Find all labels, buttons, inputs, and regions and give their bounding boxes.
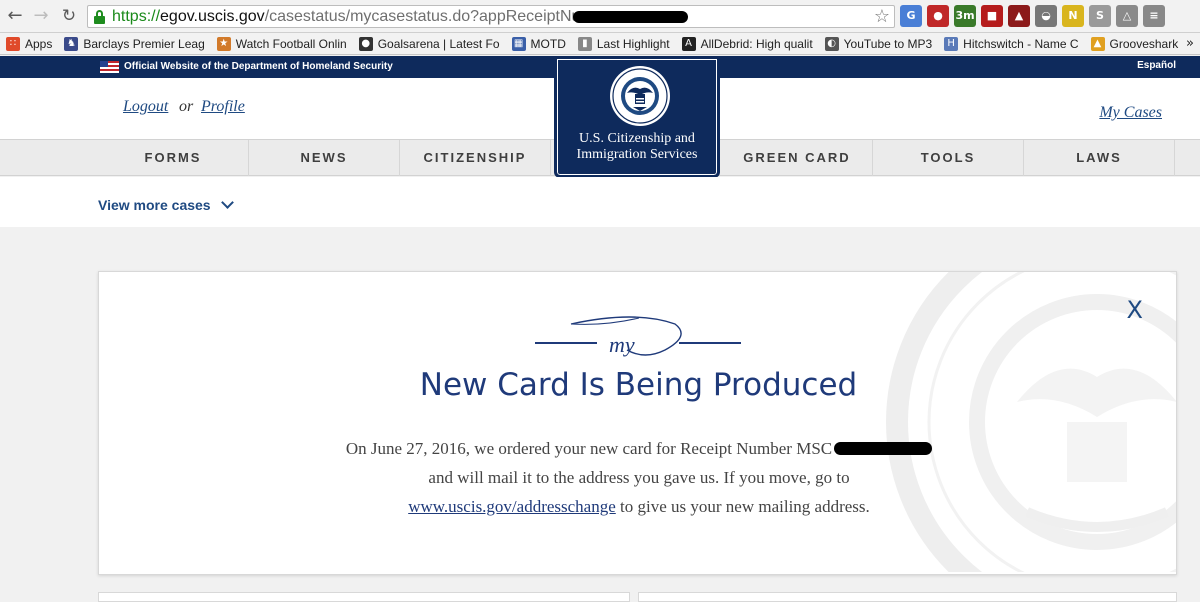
body-text-3: to give us your new mailing address. — [615, 497, 870, 516]
soccer-ball-icon: ● — [358, 36, 373, 51]
bookmark-label: AllDebrid: High qualit — [700, 36, 813, 51]
bookmark-item[interactable]: ∷ Apps — [6, 36, 53, 51]
view-more-cases-label: View more cases — [98, 197, 211, 213]
football-icon: ★ — [216, 36, 231, 51]
bookmark-item[interactable]: ▮ Last Highlight — [577, 36, 670, 51]
url-host: egov.uscis.gov — [160, 8, 265, 25]
logo-text: U.S. Citizenship and Immigration Service… — [557, 131, 717, 163]
nav-green-card[interactable]: GREEN CARD — [722, 140, 873, 176]
reload-icon[interactable]: ↻ — [58, 5, 80, 27]
url-scheme: https:// — [112, 8, 161, 25]
bookmark-label: Barclays Premier Leag — [83, 36, 205, 51]
lock-icon — [94, 10, 105, 24]
logout-link[interactable]: Logout — [123, 98, 168, 116]
view-more-strip: View more cases — [0, 177, 1200, 227]
bookmark-item[interactable]: ▦ MOTD — [511, 36, 566, 51]
drive-icon[interactable]: △ — [1116, 5, 1138, 27]
bookmark-label: Watch Football Onlin — [235, 36, 347, 51]
redaction-mark — [834, 442, 933, 455]
url-text[interactable]: https://egov.uscis.gov/casestatus/mycase… — [112, 8, 603, 26]
lion-icon: ♞ — [64, 36, 79, 51]
nav-forms[interactable]: FORMS — [98, 140, 249, 176]
us-flag-icon — [100, 61, 119, 73]
more-bookmarks-chevron-icon[interactable]: » — [1186, 36, 1194, 51]
bookmark-label: Hitchswitch - Name C — [963, 36, 1079, 51]
n-icon[interactable]: N — [1062, 5, 1084, 27]
case-status-body: On June 27, 2016, we ordered your new ca… — [274, 434, 1004, 521]
bookmark-label: MOTD — [530, 36, 566, 51]
dhs-seal-icon — [610, 66, 670, 126]
bookmark-item[interactable]: ♞ Barclays Premier Leag — [64, 36, 205, 51]
nav-tools[interactable]: TOOLS — [873, 140, 1024, 176]
body-text-1: On June 27, 2016, we ordered your new ca… — [345, 439, 833, 458]
url-path: /casestatus/mycasestatus.do?appReceiptNu… — [264, 8, 604, 25]
bookmark-label: Goalsarena | Latest Fo — [377, 36, 500, 51]
or-text: or — [179, 98, 194, 115]
bookmarks-bar: ∷ Apps ♞ Barclays Premier Leag ★ Watch Footba… — [0, 33, 1200, 55]
close-button[interactable]: X — [1127, 296, 1143, 324]
my-cases-link[interactable]: My Cases — [1099, 104, 1162, 122]
logo-line-1: U.S. Citizenship and — [579, 131, 695, 146]
browser-toolbar: ← → ↻ https://egov.uscis.gov/casestatus/… — [0, 0, 1200, 33]
view-more-cases-button[interactable]: View more cases — [98, 196, 234, 213]
bookmark-icon: ▮ — [577, 36, 592, 51]
bookmark-label: Grooveshark — [1109, 36, 1179, 51]
logo-line-2: Immigration Services — [576, 147, 698, 162]
bookmark-label: Last Highlight — [596, 36, 670, 51]
my-flourish-icon — [535, 316, 741, 356]
grooveshark-icon: ▲ — [1090, 36, 1105, 51]
hat-icon[interactable]: ▲ — [1008, 5, 1030, 27]
timer-icon[interactable]: 3m — [954, 5, 976, 27]
bottom-card-right — [638, 592, 1177, 602]
address-change-link[interactable]: www.uscis.gov/addresschange — [408, 497, 616, 516]
bookmark-item[interactable]: ▲ Grooveshark — [1090, 36, 1179, 51]
alldebrid-icon: A — [681, 36, 696, 51]
nav-news[interactable]: NEWS — [249, 140, 400, 176]
mask-icon[interactable]: ◒ — [1035, 5, 1057, 27]
bookmark-item[interactable]: ● Goalsarena | Latest Fo — [358, 36, 500, 51]
headphones-icon: ◐ — [824, 36, 839, 51]
body-text-2: and will mail it to the address you gave… — [428, 468, 850, 487]
back-arrow-icon[interactable]: ← — [4, 5, 26, 27]
apps-grid-icon: ∷ — [6, 36, 20, 51]
nav-citizenship[interactable]: CITIZENSHIP — [400, 140, 551, 176]
extension-icons: G ● 3m ■ ▲ ◒ N S △ ≡ — [900, 5, 1165, 27]
nav-laws[interactable]: LAWS — [1024, 140, 1175, 176]
ublock-icon[interactable]: ● — [927, 5, 949, 27]
google-translate-icon[interactable]: G — [900, 5, 922, 27]
bookmark-item[interactable]: ★ Watch Football Onlin — [216, 36, 347, 51]
bookmark-star-icon[interactable]: ☆ — [874, 6, 890, 27]
case-status-card: X my New Card Is Being Produced On June … — [98, 271, 1177, 575]
bookmark-label: YouTube to MP3 — [843, 36, 933, 51]
bookmark-label: Apps — [25, 36, 53, 51]
uscis-logo[interactable]: U.S. Citizenship and Immigration Service… — [554, 56, 720, 178]
pdf-icon[interactable]: ■ — [981, 5, 1003, 27]
skype-icon[interactable]: S — [1089, 5, 1111, 27]
chevron-down-icon — [220, 196, 234, 209]
case-status-title: New Card Is Being Produced — [419, 367, 858, 403]
bookmark-item[interactable]: H Hitchswitch - Name C — [944, 36, 1079, 51]
menu-icon[interactable]: ≡ — [1143, 5, 1165, 27]
bottom-card-left — [98, 592, 630, 602]
bookmark-item[interactable]: A AllDebrid: High qualit — [681, 36, 813, 51]
bookmark-item[interactable]: ◐ YouTube to MP3 — [824, 36, 933, 51]
espanol-link[interactable]: Español — [1137, 60, 1176, 71]
my-flourish-text: my — [609, 332, 635, 357]
address-bar[interactable]: https://egov.uscis.gov/casestatus/mycase… — [87, 5, 895, 28]
official-website-text: Official Website of the Department of Ho… — [124, 61, 393, 72]
hitchswitch-icon: H — [944, 36, 959, 51]
redaction-mark — [573, 11, 688, 23]
profile-link[interactable]: Profile — [201, 98, 245, 116]
grid-icon: ▦ — [511, 36, 526, 51]
forward-arrow-icon[interactable]: → — [30, 5, 52, 27]
